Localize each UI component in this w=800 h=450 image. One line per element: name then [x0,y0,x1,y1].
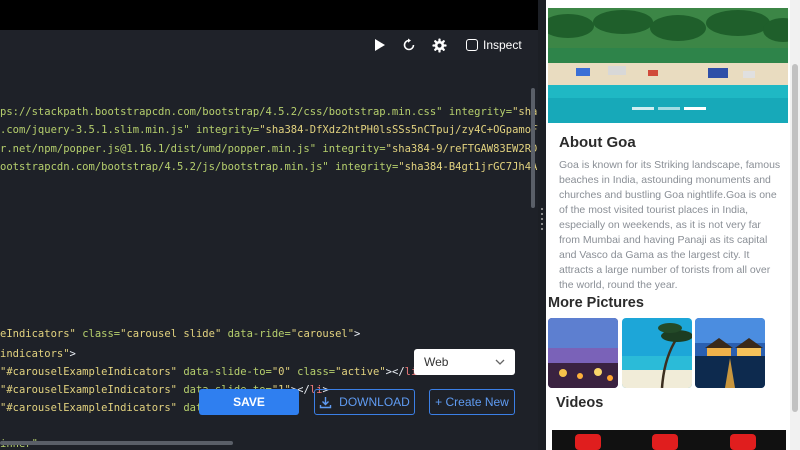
code-token: .com/jquery-3.5.1.slim.min.js" [0,124,190,136]
carousel-indicator[interactable] [632,107,654,110]
carousel-indicator[interactable] [658,107,680,110]
night-beach-image [548,318,618,388]
gallery-image[interactable] [548,318,618,388]
resize-handle-dot [541,213,543,215]
code-token: > [69,348,76,360]
about-heading: About Goa [559,134,636,151]
code-token: eIndicators" [0,328,76,340]
carousel-image[interactable] [548,8,788,123]
app-window: Inspect ps://stackpath.bootstrapcdn.com/… [0,0,800,450]
refresh-button[interactable] [402,30,416,60]
play-video-icon[interactable] [730,434,756,450]
code-token: ps://stackpath.bootstrapcdn.com/bootstra… [0,106,443,118]
preview-scrollbar-thumb[interactable] [792,64,798,412]
download-icon [319,396,332,408]
inspect-toggle[interactable]: Inspect [466,30,522,60]
code-token: integrity= [448,106,513,118]
chevron-down-icon [495,359,505,365]
run-button[interactable] [374,30,386,60]
code-token: > [354,328,361,340]
code-token: "#carouselExampleIndicators" [0,402,178,414]
code-token: ootstrapcdn.com/bootstrap/4.5.2/js/boots… [0,161,329,173]
pane-resizer[interactable] [538,0,546,450]
code-line: .com/jquery-3.5.1.slim.min.js" integrity… [0,124,538,136]
code-token: "0" [271,366,291,378]
code-token: "#carouselExampleIndicators" [0,384,178,396]
download-button-label: DOWNLOAD [339,395,410,409]
palm-beach-image [622,318,692,388]
gallery-image[interactable] [622,318,692,388]
download-button[interactable]: DOWNLOAD [314,389,415,415]
code-line: "#carouselExampleIndicators" data-s [0,402,221,414]
language-select-value: Web [424,355,449,369]
videos-heading: Videos [556,395,604,411]
code-token: ></ [385,366,405,378]
code-token: integrity= [195,124,260,136]
code-line: "#carouselExampleIndicators" data-slide-… [0,366,424,378]
code-line: indicators"> [0,348,76,360]
checkbox-icon[interactable] [466,39,478,51]
preview-pane: About Goa Goa is known for its Striking … [546,0,790,450]
code-line: ootstrapcdn.com/bootstrap/4.5.2/js/boots… [0,161,538,173]
play-video-icon[interactable] [575,434,601,450]
inspect-label: Inspect [483,38,522,52]
carousel-indicator[interactable] [684,107,706,110]
settings-button[interactable] [432,30,447,60]
language-select[interactable]: Web [414,349,515,375]
gallery-image[interactable] [695,318,765,388]
code-token: "sha384-DfXdz2htPH0lsSSs5nCTpuj/zy4C+OGp… [259,124,538,136]
code-token: data-ride= [227,328,291,340]
code-token: r.net/npm/popper.js@1.16.1/dist/umd/popp… [0,143,317,155]
code-token: "#carouselExampleIndicators" [0,366,178,378]
code-token: data-slide-to= [183,366,272,378]
play-video-icon[interactable] [652,434,678,450]
code-token: "carousel" [290,328,355,340]
play-icon [375,39,385,51]
code-line: r.net/npm/popper.js@1.16.1/dist/umd/popp… [0,143,538,155]
resize-handle-dot [541,218,543,220]
code-line: eIndicators" class="carousel slide" data… [0,328,360,340]
code-line: ps://stackpath.bootstrapcdn.com/bootstra… [0,106,538,118]
create-new-button[interactable]: + Create New [429,389,515,415]
top-bar [0,0,538,30]
more-pictures-heading: More Pictures [548,295,644,311]
save-button[interactable]: SAVE [199,389,299,415]
save-button-label: SAVE [233,395,265,409]
refresh-icon [403,38,415,51]
resize-handle-dot [541,208,543,210]
editor-toolbar: Inspect [0,30,538,60]
code-token: integrity= [335,161,399,173]
gear-icon [432,37,447,53]
create-new-button-label: + Create New [435,395,509,409]
code-token: indicators" [0,348,70,360]
code-token: "active" [335,366,386,378]
code-token: class= [297,366,336,378]
about-text: Goa is known for its Striking landscape,… [559,159,781,291]
editor-vertical-scrollbar[interactable] [531,88,535,208]
code-token: class= [82,328,121,340]
code-token: integrity= [322,143,386,155]
editor-horizontal-scrollbar[interactable] [0,441,233,445]
resort-image [695,318,765,388]
beach-image [548,8,788,123]
resize-handle-dot [541,228,543,230]
code-token: "sha384-B4gt1jrGC7Jh4AgTPSdUtO [398,161,538,173]
resize-handle-dot [541,223,543,225]
code-token: "carousel slide" [120,328,222,340]
code-token: "sha384-9/reFTGAW83EW2RDu2S0VKaI [385,143,538,155]
